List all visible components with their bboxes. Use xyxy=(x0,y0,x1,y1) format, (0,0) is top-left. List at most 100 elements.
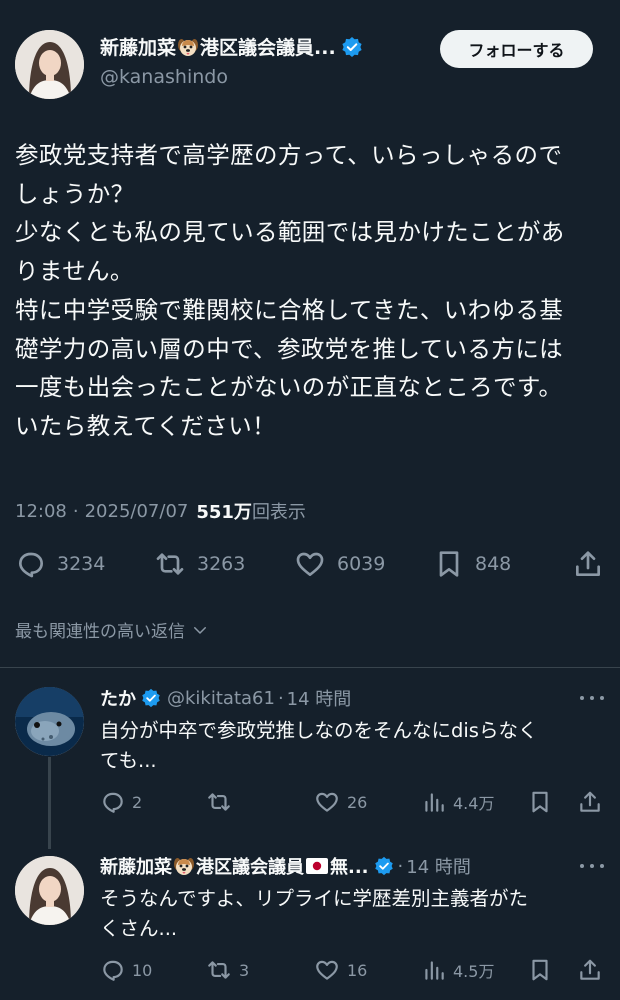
reply-text-line: 自分が中卒で参政党推しなのをそんなにdisらなく xyxy=(100,719,538,742)
pufferfish-photo-image xyxy=(15,687,84,756)
share-button[interactable] xyxy=(572,548,604,580)
tweet-text-line: いたら教えてください！ xyxy=(15,411,277,440)
reply-time[interactable]: 14 時間 xyxy=(406,853,471,879)
thread-connector-line xyxy=(48,757,51,849)
reply-text: そうなんですよ、リプライに学歴差別主義者がた くさん... xyxy=(100,884,528,944)
reply-time[interactable]: 14 時間 xyxy=(287,685,352,711)
reply-repost-button[interactable]: 3 xyxy=(205,957,249,983)
repost-count: 3 xyxy=(239,960,250,980)
verified-badge-icon xyxy=(342,36,362,57)
meta-separator: · xyxy=(277,687,284,709)
author-name[interactable]: 新藤加菜 xyxy=(100,33,176,60)
dog-face-emoji-icon xyxy=(178,38,199,56)
repost-icon xyxy=(156,553,184,575)
tweet-text-line: りません。 xyxy=(15,257,134,286)
reply-repost-button[interactable] xyxy=(205,789,239,815)
reply-reply-button[interactable]: 2 xyxy=(100,789,142,815)
repost-count: 3263 xyxy=(197,553,246,575)
analytics-bar-icon xyxy=(425,961,444,980)
like-count: 6039 xyxy=(337,553,386,575)
like-count: 26 xyxy=(347,792,368,812)
tweet-meta: 12:08 · 2025/07/07 551万 回表示 xyxy=(15,498,306,524)
repost-icon xyxy=(208,793,230,811)
section-divider xyxy=(0,667,620,668)
meta-separator: · xyxy=(72,500,79,522)
reply-header: 新藤加菜 港区議会議員 無... · 14 時間 xyxy=(100,853,570,879)
reply-avatar[interactable] xyxy=(15,687,84,756)
tweet-views-label: 回表示 xyxy=(251,502,306,523)
reply-bubble-icon xyxy=(19,552,43,578)
more-options-icon[interactable] xyxy=(580,861,604,871)
reply-header: たか @kikitata61 · 14 時間 xyxy=(100,685,570,711)
reply-text: 自分が中卒で参政党推しなのをそんなにdisらなく ても... xyxy=(100,716,537,776)
follow-button[interactable]: フォローする xyxy=(440,30,593,68)
tweet-views-count: 551万 xyxy=(196,502,252,523)
share-icon xyxy=(580,791,600,812)
reply-count: 10 xyxy=(132,960,153,980)
reply-avatar[interactable] xyxy=(15,856,84,925)
bookmark-icon xyxy=(532,791,548,813)
bookmark-button[interactable]: 848 xyxy=(433,548,511,580)
reply-button[interactable]: 3234 xyxy=(15,548,105,580)
heart-icon xyxy=(316,792,338,812)
reply-count: 2 xyxy=(132,792,143,812)
reply-sort-dropdown[interactable]: 最も関連性の高い返信 xyxy=(15,617,209,642)
reply-views-button[interactable]: 4.4万 xyxy=(421,789,494,815)
meta-separator: · xyxy=(397,855,404,877)
tweet-text-line: 一度も出会ったことがないのが正直なところです。 xyxy=(15,373,563,402)
author-name-row[interactable]: 新藤加菜 港区議会議員... xyxy=(100,33,430,60)
chevron-down-icon xyxy=(194,626,206,634)
reply-share-button[interactable] xyxy=(577,957,603,983)
reply-share-button[interactable] xyxy=(577,789,603,815)
reply-reply-button[interactable]: 10 xyxy=(100,957,152,983)
reply-bubble-icon xyxy=(103,960,123,981)
reply-text-line: くさん... xyxy=(100,917,178,940)
bookmark-count: 848 xyxy=(475,553,512,575)
reply-bubble-icon xyxy=(103,792,123,813)
author-handle[interactable]: @kanashindo xyxy=(100,66,228,88)
verified-badge-icon xyxy=(374,856,393,876)
reply-sort-label: 最も関連性の高い返信 xyxy=(15,622,185,642)
reply-text-line: ても... xyxy=(100,749,157,772)
bookmark-icon xyxy=(439,551,459,577)
reply-author-name-suffix[interactable]: 港区議会議員 xyxy=(196,853,304,879)
views-count: 4.5万 xyxy=(453,962,495,981)
reply-like-button[interactable]: 16 xyxy=(313,957,367,983)
dog-face-emoji-icon xyxy=(174,858,194,875)
tweet-time[interactable]: 12:08 xyxy=(15,501,67,522)
reply-author-handle[interactable]: @kikitata61 xyxy=(167,688,275,709)
share-icon xyxy=(576,551,600,576)
tweet-date[interactable]: 2025/07/07 xyxy=(85,501,189,522)
reply-author-name[interactable]: たか xyxy=(100,685,136,711)
tweet-text-line: しょうか？ xyxy=(15,179,135,208)
reply-bookmark-button[interactable] xyxy=(527,789,553,815)
reply-count: 3234 xyxy=(57,553,106,575)
tweet-text: 参政党支持者で高学歴の方って、いらっしゃるので しょうか？ 少なくとも私の見てい… xyxy=(15,136,610,446)
tweet-text-line: 特に中学受験で難関校に合格してきた、いわゆる基 xyxy=(15,295,564,324)
reply-like-button[interactable]: 26 xyxy=(313,789,367,815)
like-count: 16 xyxy=(347,960,368,980)
like-button[interactable]: 6039 xyxy=(293,548,385,580)
tweet-text-line: 礎学力の高い層の中で、参政党を推している方には xyxy=(15,334,564,363)
more-options-icon[interactable] xyxy=(580,693,604,703)
views-count: 4.4万 xyxy=(453,794,495,813)
verified-badge-icon xyxy=(142,688,160,708)
reply-author-name-tail[interactable]: 無... xyxy=(330,853,369,879)
woman-portrait-image xyxy=(15,30,84,99)
reply-text-line: そうなんですよ、リプライに学歴差別主義者がた xyxy=(100,887,529,910)
reply-author-name[interactable]: 新藤加菜 xyxy=(100,853,172,879)
author-avatar[interactable] xyxy=(15,30,84,99)
heart-icon xyxy=(296,552,324,576)
bookmark-icon xyxy=(532,959,548,981)
reply-views-button[interactable]: 4.5万 xyxy=(421,957,494,983)
tweet-text-line: 参政党支持者で高学歴の方って、いらっしゃるので xyxy=(15,141,563,169)
japan-flag-emoji-icon xyxy=(306,858,328,874)
repost-button[interactable]: 3263 xyxy=(153,548,245,580)
share-icon xyxy=(580,959,600,980)
tweet-text-line: 少なくとも私の見ている範囲では見かけたことがあ xyxy=(15,218,565,247)
author-name-suffix[interactable]: 港区議会議員... xyxy=(200,33,336,60)
reply-bookmark-button[interactable] xyxy=(527,957,553,983)
repost-icon xyxy=(208,961,230,979)
heart-icon xyxy=(316,960,338,980)
tweet-detail-page: 新藤加菜 港区議会議員... @kanashindo フォローする 参政党支持者… xyxy=(0,0,620,1000)
